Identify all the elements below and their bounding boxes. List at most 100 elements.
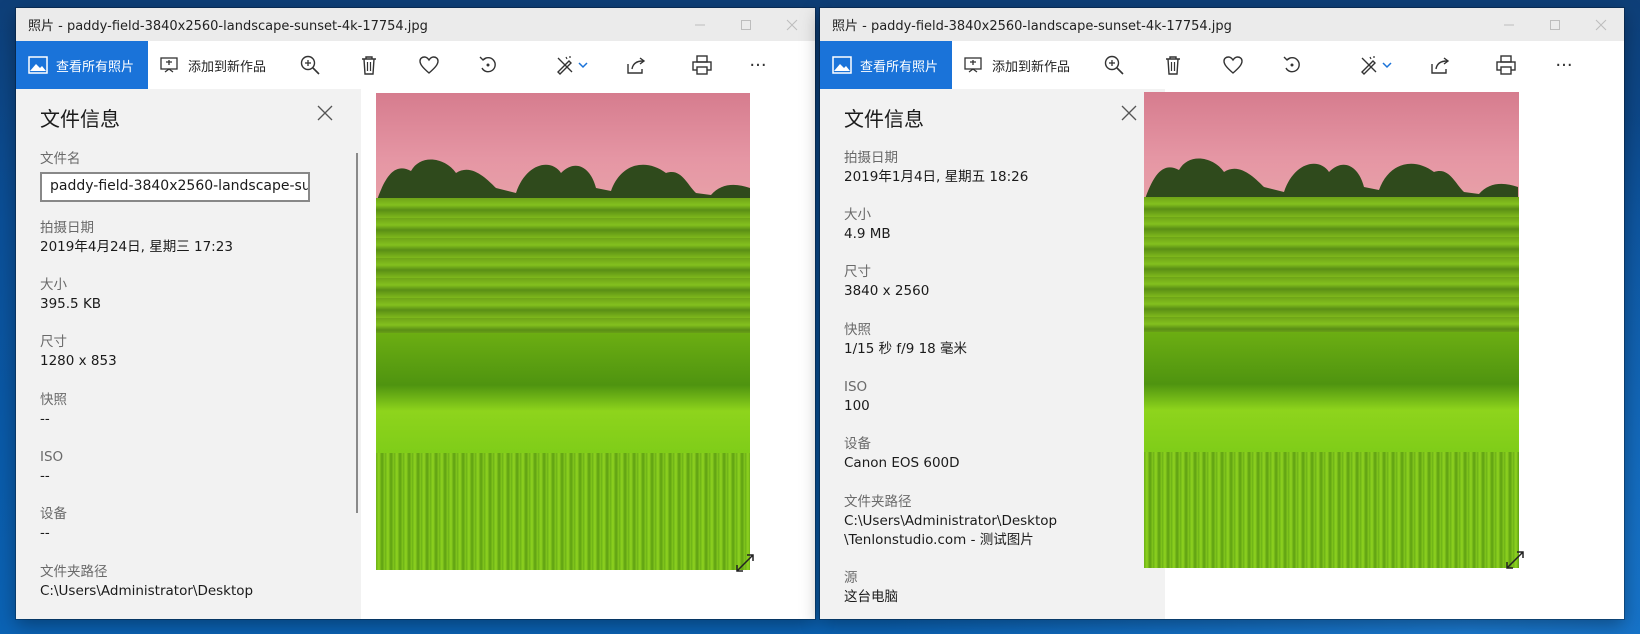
size-value: 395.5 KB [40,296,102,312]
date-taken-label: 拍摄日期 [40,220,94,236]
maximize-icon[interactable] [723,8,769,41]
shutter-value: 1/15 秒 f/9 18 毫米 [844,341,968,357]
source-label: 源 [844,570,858,586]
device-field: 设备 -- [40,505,67,543]
shutter-field: 快照 -- [40,391,67,429]
maximize-icon[interactable] [1532,8,1578,41]
title-bar[interactable]: 照片 - paddy-field-3840x2560-landscape-sun… [820,8,1624,41]
iso-label: ISO [40,449,64,465]
see-all-photos-button[interactable]: 查看所有照片 [16,41,149,89]
fullscreen-expand-icon[interactable] [1504,549,1526,571]
folder-path-value: C:\Users\Administrator\Desktop [40,583,254,599]
folder-path-field: 文件夹路径 C:\Users\Administrator\Desktop [40,563,253,601]
shutter-field: 快照 1/15 秒 f/9 18 毫米 [844,321,967,359]
zoom-in-icon[interactable] [1094,41,1134,89]
iso-field: ISO 100 [844,378,870,416]
heart-icon[interactable] [409,41,449,89]
delete-icon[interactable] [1153,41,1193,89]
panel-title: 文件信息 [40,107,120,131]
rotate-icon[interactable] [468,41,508,89]
print-icon[interactable] [682,41,722,89]
filename-label: 文件名 [40,151,81,167]
size-value: 4.9 MB [844,226,891,242]
date-taken-field: 拍摄日期 2019年4月24日, 星期三 17:23 [40,219,233,257]
see-all-photos-button[interactable]: 查看所有照片 [820,41,953,89]
filename-field: 文件名 paddy-field-3840x2560-landscape-suns… [40,150,310,202]
shutter-value: -- [40,411,50,427]
more-icon: ··· [749,54,767,76]
file-info-panel: 文件信息 拍摄日期 2019年1月4日, 星期五 18:26 大小 4.9 MB… [820,89,1165,619]
share-icon[interactable] [1420,41,1460,89]
folder-path-label: 文件夹路径 [844,494,912,510]
source-value: 这台电脑 [844,589,898,605]
add-to-new-creation-label: 添加到新作品 [188,59,267,75]
minimize-icon[interactable] [1486,8,1532,41]
panel-scrollbar[interactable] [356,153,358,513]
folder-path-label: 文件夹路径 [40,564,108,580]
fullscreen-expand-icon[interactable] [734,552,756,574]
close-window-icon[interactable] [1578,8,1624,41]
see-all-photos-label: 查看所有照片 [860,59,939,75]
photos-window-right: 照片 - paddy-field-3840x2560-landscape-sun… [820,8,1624,619]
edit-and-create-icon[interactable] [546,41,596,89]
iso-value: 100 [844,398,870,414]
photo-image[interactable] [1144,92,1519,568]
rotate-icon[interactable] [1272,41,1312,89]
add-to-new-creation-button[interactable]: 添加到新作品 [148,41,278,89]
folder-path-value-line2: \Tenlonstudio.com - 测试图片 [844,532,1034,548]
size-label: 大小 [844,207,871,223]
iso-label: ISO [844,379,868,395]
close-window-icon[interactable] [769,8,815,41]
size-field: 大小 4.9 MB [844,206,891,244]
share-icon[interactable] [616,41,656,89]
title-bar[interactable]: 照片 - paddy-field-3840x2560-landscape-sun… [16,8,815,41]
date-taken-value: 2019年4月24日, 星期三 17:23 [40,239,233,255]
iso-field: ISO -- [40,448,63,486]
device-label: 设备 [40,506,67,522]
close-panel-icon[interactable] [313,101,337,125]
device-label: 设备 [844,436,871,452]
photos-window-left: 照片 - paddy-field-3840x2560-landscape-sun… [16,8,815,619]
close-panel-icon[interactable] [1117,101,1141,125]
filename-input[interactable]: paddy-field-3840x2560-landscape-sunset-4… [40,172,310,202]
date-taken-label: 拍摄日期 [844,150,898,166]
photo-image[interactable] [376,93,750,570]
see-all-photos-label: 查看所有照片 [56,59,135,75]
window-controls [677,8,815,41]
shutter-label: 快照 [40,392,67,408]
add-to-new-creation-button[interactable]: 添加到新作品 [952,41,1082,89]
add-creation-icon [160,57,178,73]
source-field: 源 这台电脑 [844,569,898,607]
add-to-new-creation-label: 添加到新作品 [992,59,1071,75]
folder-path-field: 文件夹路径 C:\Users\Administrator\Desktop \Te… [844,493,1057,550]
size-label: 大小 [40,277,67,293]
dimensions-value: 3840 x 2560 [844,283,930,299]
chevron-down-icon [1382,62,1392,69]
window-controls [1486,8,1624,41]
iso-value: -- [40,468,50,484]
folder-path-value-line1: C:\Users\Administrator\Desktop [844,513,1058,529]
print-icon[interactable] [1486,41,1526,89]
photos-icon [28,56,48,74]
panel-title: 文件信息 [844,107,924,131]
photos-icon [832,56,852,74]
device-value: Canon EOS 600D [844,455,960,471]
dimensions-label: 尺寸 [844,264,871,280]
size-field: 大小 395.5 KB [40,276,101,314]
dimensions-field: 尺寸 3840 x 2560 [844,263,929,301]
edit-and-create-icon[interactable] [1350,41,1400,89]
device-field: 设备 Canon EOS 600D [844,435,960,473]
dimensions-label: 尺寸 [40,334,67,350]
zoom-in-icon[interactable] [290,41,330,89]
more-options-button[interactable]: ··· [1544,41,1584,89]
add-creation-icon [964,57,982,73]
heart-icon[interactable] [1213,41,1253,89]
delete-icon[interactable] [349,41,389,89]
minimize-icon[interactable] [677,8,723,41]
shutter-label: 快照 [844,322,871,338]
window-title: 照片 - paddy-field-3840x2560-landscape-sun… [28,19,428,34]
more-icon: ··· [1555,54,1573,76]
more-options-button[interactable]: ··· [738,41,778,89]
dimensions-field: 尺寸 1280 x 853 [40,333,117,371]
date-taken-value: 2019年1月4日, 星期五 18:26 [844,169,1029,185]
